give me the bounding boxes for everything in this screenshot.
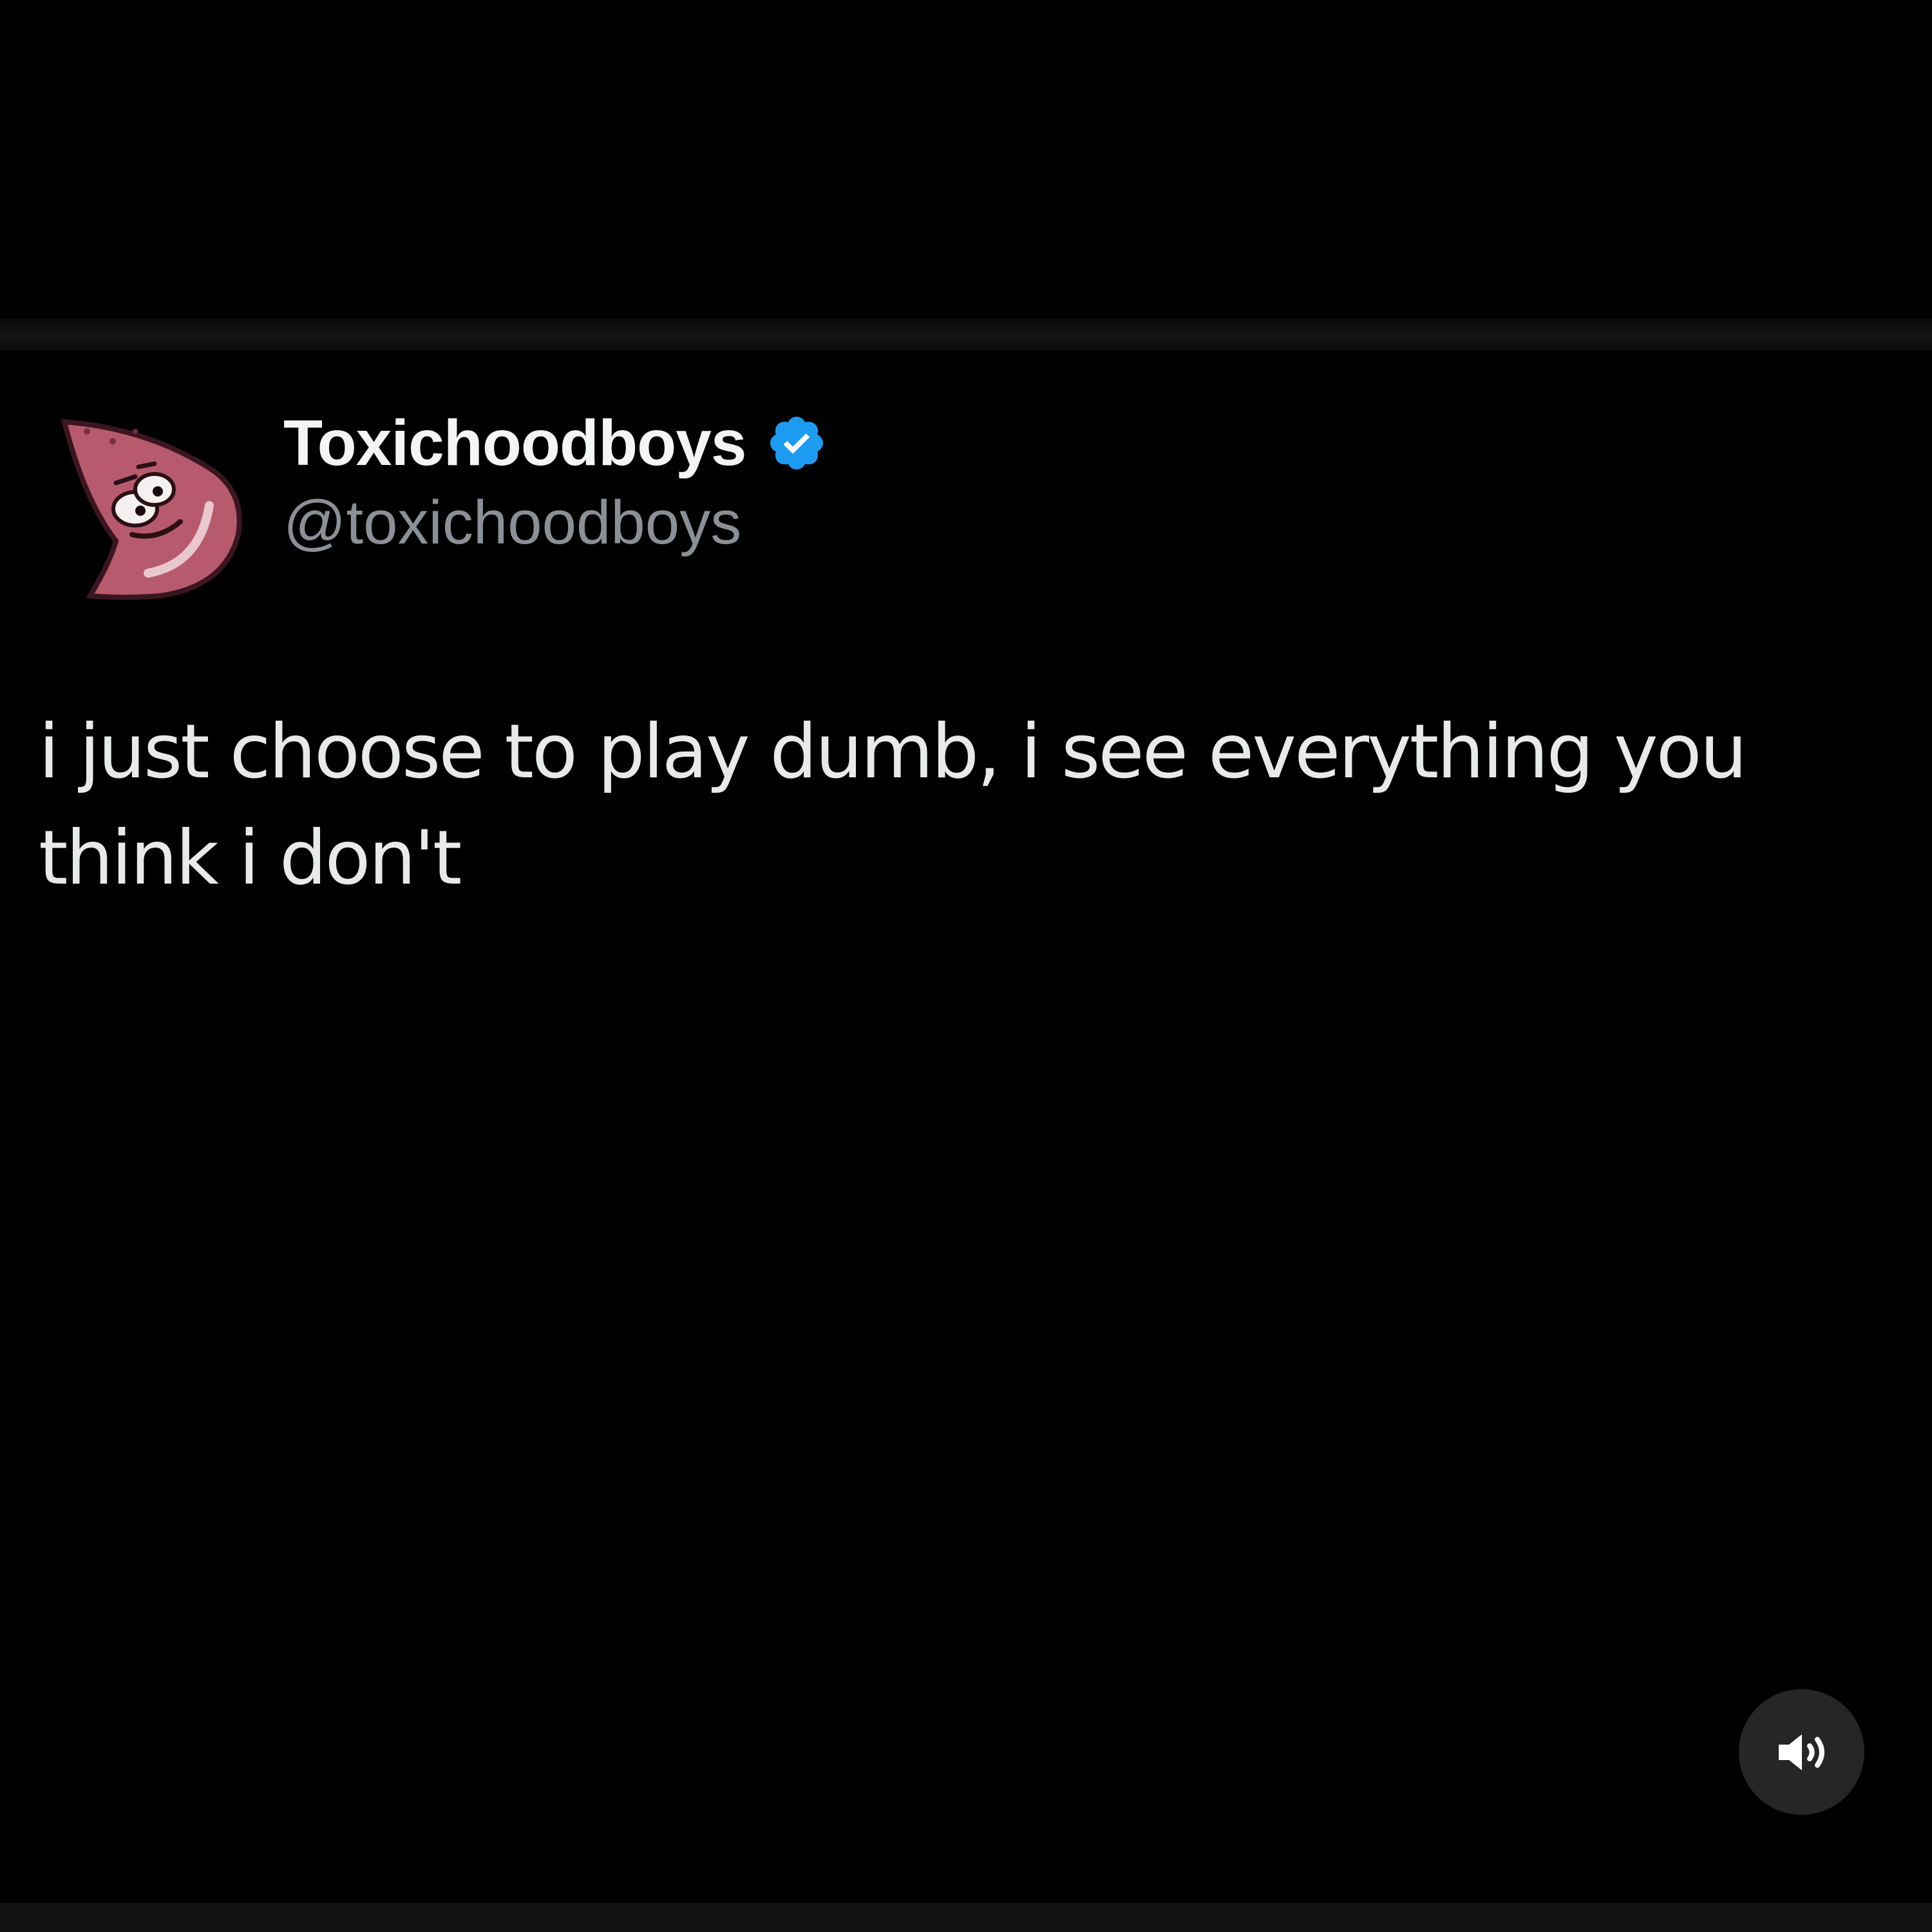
cartoon-starfish-avatar-icon: [61, 419, 242, 600]
tweet-card: Toxichoodboys @toxichoodboys i just choo…: [0, 351, 1932, 1903]
sound-toggle-button[interactable]: [1739, 1689, 1864, 1815]
top-blank-area: [0, 0, 1932, 319]
verified-badge-icon: [766, 412, 828, 474]
display-name[interactable]: Toxichoodboys: [283, 406, 746, 480]
tweet-text: i just choose to play dumb, i see everyt…: [39, 708, 1747, 902]
tweet-header: Toxichoodboys @toxichoodboys: [283, 401, 828, 558]
name-row: Toxichoodboys: [283, 401, 828, 485]
speaker-volume-icon: [1778, 1734, 1824, 1770]
user-handle[interactable]: @toxichoodboys: [283, 488, 828, 558]
bottom-bar: [0, 1903, 1932, 1932]
avatar[interactable]: [52, 402, 258, 609]
divider: [0, 319, 1932, 351]
